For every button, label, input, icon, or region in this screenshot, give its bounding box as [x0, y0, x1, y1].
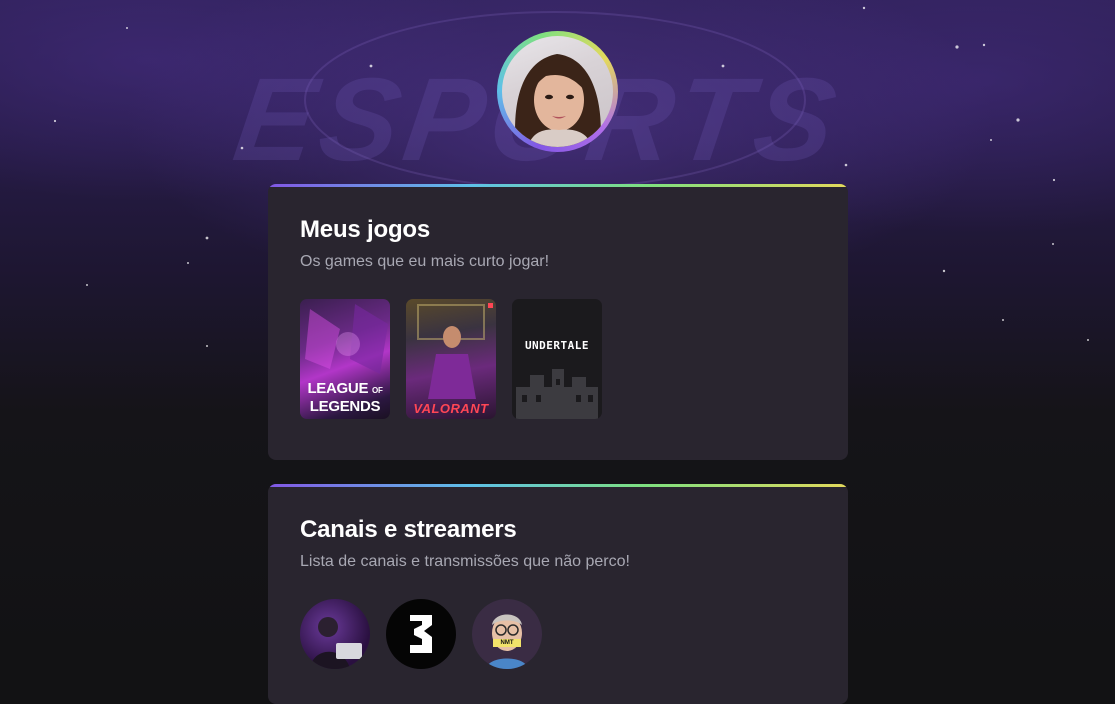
channel-avatar-3[interactable]: NMT: [472, 599, 542, 669]
profile-photo: [502, 36, 613, 147]
streamer-3-badge-text: NMT: [500, 640, 514, 646]
undertale-castle-artwork: [516, 369, 598, 419]
league-logo-text: LEAGUE OF LEGENDS: [307, 380, 383, 415]
streamer-1-photo: [310, 617, 362, 669]
person-illustration: [515, 54, 601, 147]
channel-avatar-1[interactable]: [300, 599, 370, 669]
channels-title: Canais e streamers: [300, 516, 517, 543]
channel-avatar-2[interactable]: [386, 599, 456, 669]
profile-avatar: [497, 31, 618, 152]
valorant-logo-text: VALORANT: [413, 401, 489, 416]
channels-card: Canais e streamers Lista de canais e tra…: [268, 484, 848, 704]
game-tile-undertale[interactable]: UNDERTALE: [512, 299, 602, 419]
streamer-2-logo: [410, 615, 432, 653]
game-tile-league-of-legends[interactable]: LEAGUE OF LEGENDS: [300, 299, 390, 419]
game-tile-valorant[interactable]: VALORANT: [406, 299, 496, 419]
games-title: Meus jogos: [300, 216, 431, 243]
games-subtitle: Os games que eu mais curto jogar!: [300, 253, 550, 270]
games-card: Meus jogos Os games que eu mais curto jo…: [268, 184, 848, 460]
channels-subtitle: Lista de canais e transmissões que não p…: [300, 553, 630, 570]
streamer-3-photo: [486, 614, 528, 669]
